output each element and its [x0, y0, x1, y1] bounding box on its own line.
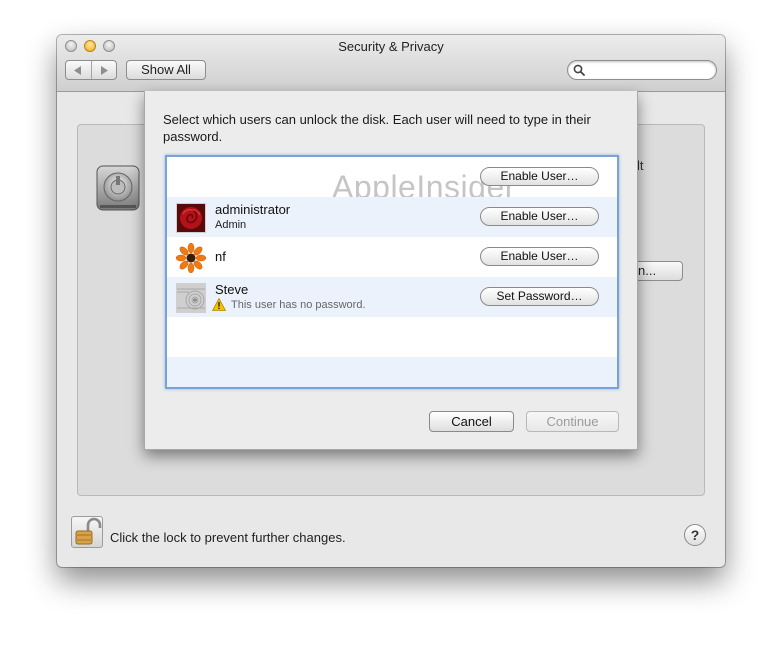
continue-button[interactable]: Continue — [526, 411, 619, 432]
search-field[interactable] — [567, 60, 717, 80]
red-rose-icon — [177, 204, 205, 232]
no-password-warning: This user has no password. — [231, 299, 366, 311]
search-icon — [573, 64, 585, 76]
show-all-button[interactable]: Show All — [126, 60, 206, 80]
users-table: AppleInsider Enable User… administrator … — [165, 155, 619, 389]
triangle-right-icon — [100, 65, 108, 75]
table-row-empty — [167, 357, 617, 387]
back-forward-control — [65, 60, 117, 80]
zen-sand-icon — [177, 284, 205, 312]
table-row: Steve This user has no password. Set Pas… — [167, 277, 617, 317]
enable-user-button[interactable]: Enable User… — [480, 167, 599, 186]
forward-button[interactable] — [92, 61, 117, 79]
user-role: Admin — [215, 219, 247, 231]
sheet-prompt: Select which users can unlock the disk. … — [163, 112, 591, 144]
title-bar: Security & Privacy Show All — [57, 35, 725, 92]
warning-icon — [212, 298, 226, 311]
table-row: nf Enable User… — [167, 237, 617, 277]
user-name: nf — [215, 249, 226, 264]
enable-user-button[interactable]: Enable User… — [480, 247, 599, 266]
cancel-button[interactable]: Cancel — [429, 411, 514, 432]
table-row: administrator Admin Enable User… — [167, 197, 617, 237]
set-password-button[interactable]: Set Password… — [480, 287, 599, 306]
lock-status-label: Click the lock to prevent further change… — [110, 530, 346, 545]
triangle-left-icon — [74, 65, 82, 75]
unlocked-padlock-icon — [75, 517, 102, 545]
help-button[interactable]: ? — [684, 524, 706, 546]
lock-button[interactable] — [71, 516, 103, 548]
filevault-disk-icon — [96, 165, 140, 211]
window-title: Security & Privacy — [338, 39, 444, 54]
avatar-orange-flower — [176, 243, 206, 273]
back-button[interactable] — [66, 61, 92, 79]
enable-user-button[interactable]: Enable User… — [480, 207, 599, 226]
user-name: Steve — [215, 282, 249, 297]
search-input[interactable] — [588, 62, 714, 80]
table-row-empty — [167, 317, 617, 357]
user-name: administrator — [215, 202, 291, 217]
enable-users-sheet: Select which users can unlock the disk. … — [144, 91, 638, 450]
avatar-red-rose — [176, 203, 206, 233]
orange-flower-icon — [176, 243, 206, 273]
avatar-zen-sand — [176, 283, 206, 313]
table-row: Enable User… — [167, 157, 617, 197]
